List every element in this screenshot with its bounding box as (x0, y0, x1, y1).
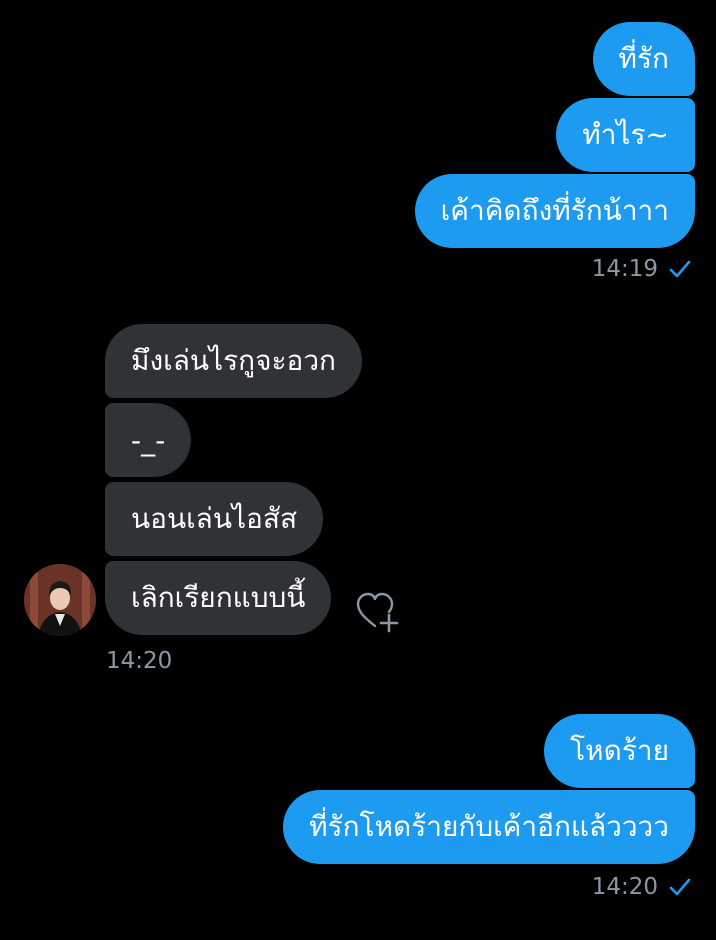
received-message[interactable]: เลิกเรียกแบบนี้ (105, 561, 332, 635)
message-text: ที่รัก (618, 42, 669, 75)
message-text: เลิกเรียกแบบนี้ (131, 581, 306, 614)
message-timestamp: 14:20 (106, 648, 172, 674)
message-text: เค้าคิดถึงที่รักน้าาา (440, 194, 669, 227)
heart-plus-icon[interactable] (355, 590, 401, 634)
sent-message[interactable]: ทำไร~ (556, 98, 695, 172)
sent-message[interactable]: โหดร้าย (544, 714, 695, 788)
message-text: โหดร้าย (570, 734, 669, 767)
message-text: มึงเล่นไรกูจะอวก (131, 344, 337, 377)
received-message[interactable]: -_- (105, 403, 192, 477)
avatar[interactable] (24, 564, 96, 636)
received-message[interactable]: มึงเล่นไรกูจะอวก (105, 324, 363, 398)
message-text: ที่รักโหดร้ายกับเค้าอีกแล้วววว (309, 810, 669, 843)
sent-message[interactable]: เค้าคิดถึงที่รักน้าาา (414, 174, 695, 248)
check-icon (668, 875, 692, 899)
message-timestamp: 14:19 (592, 256, 692, 282)
message-text: นอนเล่นไอสัส (131, 502, 298, 535)
check-icon (668, 257, 692, 281)
message-timestamp: 14:20 (592, 874, 692, 900)
received-message[interactable]: นอนเล่นไอสัส (105, 482, 324, 556)
message-text: ทำไร~ (582, 118, 669, 151)
timestamp-text: 14:20 (106, 648, 173, 674)
message-text: -_- (131, 423, 166, 457)
timestamp-text: 14:19 (591, 256, 658, 282)
sent-message[interactable]: ที่รักโหดร้ายกับเค้าอีกแล้วววว (283, 790, 695, 864)
timestamp-text: 14:20 (591, 874, 658, 900)
sent-message[interactable]: ที่รัก (592, 22, 695, 96)
